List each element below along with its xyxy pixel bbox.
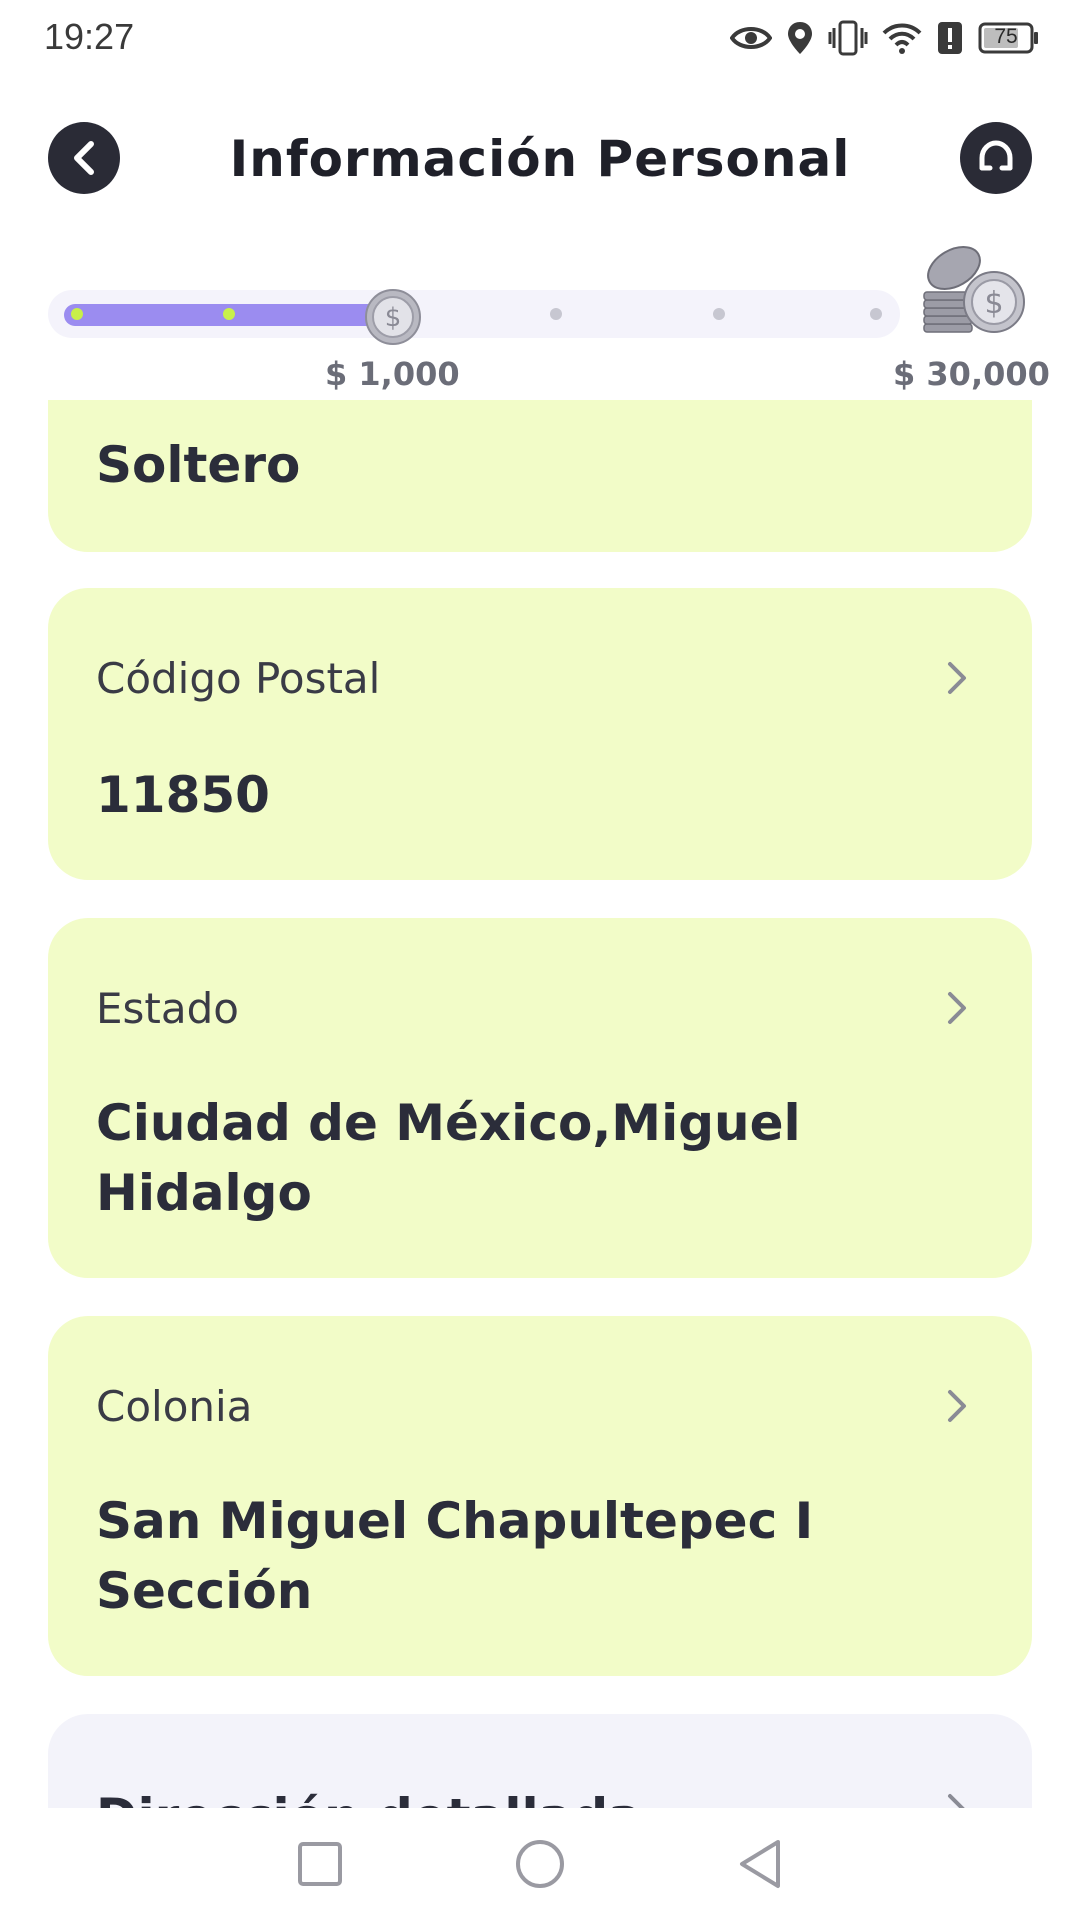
alert-icon <box>938 22 962 54</box>
state-value: Ciudad de México,Miguel Hidalgo <box>96 1094 801 1222</box>
progress-step-dot <box>223 308 235 320</box>
current-amount-label: $ 1,000 <box>325 355 460 393</box>
colonia-card[interactable]: Colonia San Miguel Chapultepec I Sección <box>48 1316 1032 1676</box>
state-card[interactable]: Estado Ciudad de México,Miguel Hidalgo <box>48 918 1032 1278</box>
location-icon <box>788 22 812 54</box>
circle-icon[interactable] <box>514 1838 566 1890</box>
status-icons: 75 <box>730 16 1040 60</box>
postal-code-value: 11850 <box>96 766 270 824</box>
eye-icon <box>730 27 772 49</box>
progress-track <box>48 290 900 338</box>
support-button[interactable] <box>960 122 1032 194</box>
progress-section: $ $ 1,000 $ $ 30,000 <box>0 230 1080 400</box>
system-nav-bar <box>0 1808 1080 1920</box>
chevron-right-icon <box>948 662 966 694</box>
vibrate-icon <box>828 20 868 56</box>
square-icon[interactable] <box>296 1840 344 1888</box>
colonia-value: San Miguel Chapultepec I Sección <box>96 1492 814 1620</box>
header: Información Personal <box>0 110 1080 210</box>
state-label: Estado <box>96 984 239 1033</box>
colonia-label: Colonia <box>96 1382 253 1431</box>
coin-thumb-icon: $ <box>365 289 421 345</box>
battery-icon: 75 <box>978 22 1040 54</box>
svg-text:$: $ <box>385 303 402 333</box>
progress-step-dot <box>713 308 725 320</box>
chevron-right-icon <box>948 1390 966 1422</box>
status-bar: 19:27 75 <box>0 0 1080 76</box>
svg-text:$: $ <box>984 286 1003 321</box>
goal-amount-label: $ 30,000 <box>893 355 1050 393</box>
headset-icon <box>979 140 1013 171</box>
battery-level: 75 <box>994 25 1018 48</box>
wifi-icon <box>882 23 922 54</box>
progress-step-dot <box>870 308 882 320</box>
postal-code-card[interactable]: Código Postal 11850 <box>48 588 1032 880</box>
triangle-back-icon[interactable] <box>736 1838 784 1890</box>
page-title: Información Personal <box>229 130 851 188</box>
chevron-right-icon <box>948 992 966 1024</box>
status-time: 19:27 <box>44 16 135 57</box>
marital-status-value: Soltero <box>96 436 301 494</box>
coin-stack-icon: $ <box>923 246 1025 333</box>
progress-step-dot <box>71 308 83 320</box>
progress-step-dot <box>550 308 562 320</box>
postal-code-label: Código Postal <box>96 654 381 703</box>
